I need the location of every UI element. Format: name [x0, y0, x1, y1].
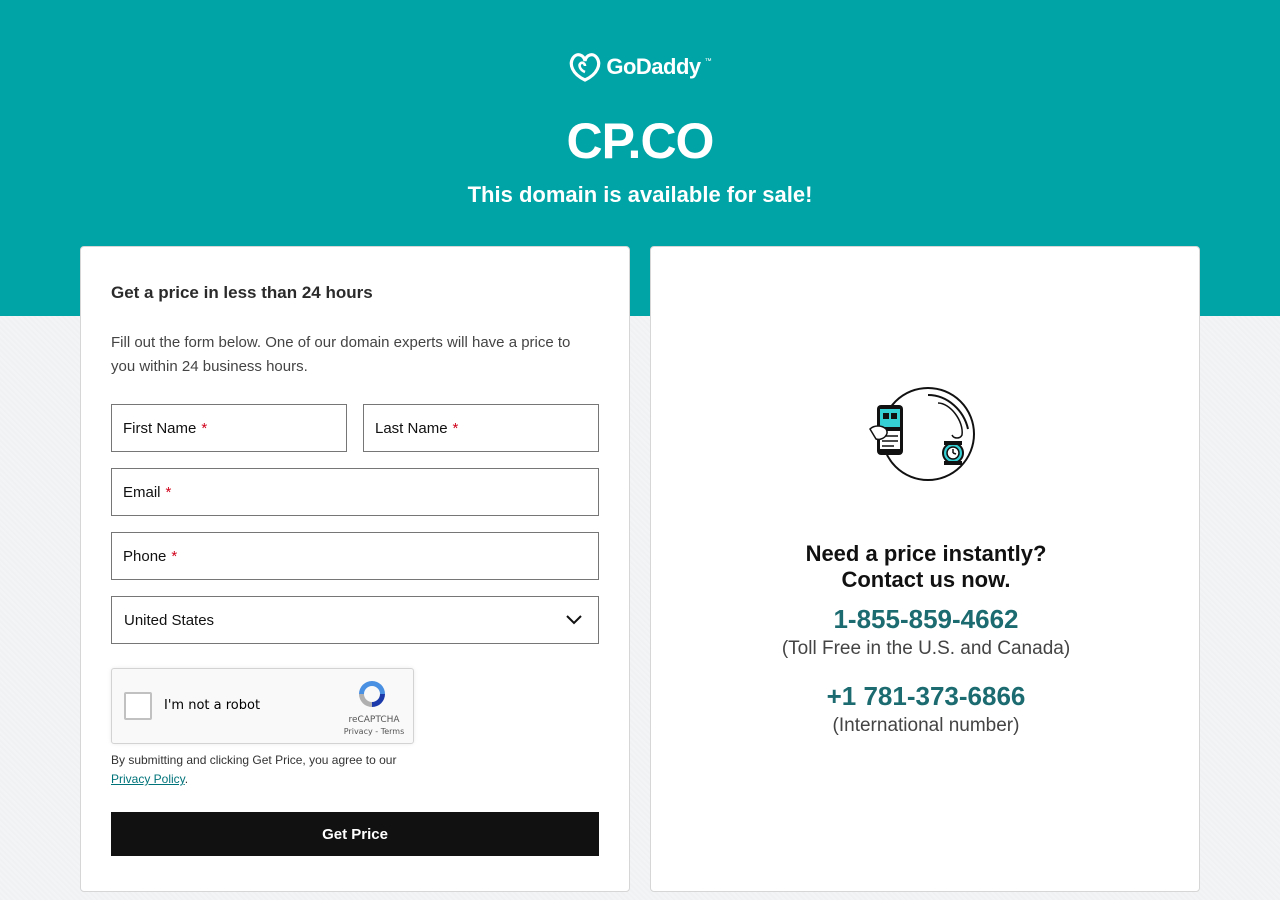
first-name-label: First Name [123, 419, 197, 437]
last-name-field[interactable]: Last Name * [363, 404, 599, 452]
last-name-label: Last Name [375, 419, 448, 437]
international-note: (International number) [832, 715, 1020, 736]
recaptcha-links[interactable]: Privacy - Terms [338, 727, 410, 736]
domain-name: CP.CO [566, 113, 715, 169]
country-value: United States [124, 611, 215, 629]
required-mark: * [165, 483, 172, 501]
consent-copy: By submitting and clicking Get Price, yo… [111, 753, 397, 767]
consent-text: By submitting and clicking Get Price, yo… [111, 751, 451, 789]
toll-free-note: (Toll Free in the U.S. and Canada) [781, 638, 1071, 659]
price-form-card: Get a price in less than 24 hours Fill o… [80, 246, 630, 892]
consent-end: . [184, 772, 189, 786]
form-description: Fill out the form below. One of our doma… [111, 334, 571, 375]
contact-heading-line1: Need a price instantly? [805, 541, 1047, 566]
godaddy-logo-icon [570, 53, 601, 82]
contact-heading: Need a price instantly? Contact us now. [651, 541, 1201, 593]
email-field[interactable]: Email * [111, 468, 599, 516]
required-mark: * [452, 419, 459, 437]
privacy-policy-link[interactable]: Privacy Policy [111, 772, 185, 786]
contact-card: Need a price instantly? Contact us now. … [650, 246, 1200, 892]
international-phone-link[interactable]: +1 781-373-6866 [651, 681, 1201, 712]
recaptcha-brand: reCAPTCHA [348, 715, 400, 725]
recaptcha-checkbox[interactable] [124, 692, 152, 720]
sale-subtitle: This domain is available for sale! [467, 182, 813, 207]
get-price-button[interactable]: Get Price [111, 812, 599, 856]
required-mark: * [171, 547, 178, 565]
toll-free-phone-link[interactable]: 1-855-859-4662 [651, 604, 1201, 635]
country-select[interactable]: United States [111, 596, 599, 644]
email-label: Email [123, 483, 161, 501]
recaptcha-widget: I'm not a robot reCAPTCHA Privacy - Term… [111, 668, 414, 744]
recaptcha-icon [359, 681, 385, 707]
phone-field[interactable]: Phone * [111, 532, 599, 580]
phone-watch-illustration [869, 387, 975, 481]
brand-trademark: ™ [704, 58, 712, 65]
required-mark: * [201, 419, 208, 437]
form-heading: Get a price in less than 24 hours [111, 283, 373, 302]
contact-heading-line2: Contact us now. [841, 567, 1011, 592]
first-name-field[interactable]: First Name * [111, 404, 347, 452]
chevron-down-icon [566, 615, 582, 625]
godaddy-logo[interactable]: GoDaddy ™ [0, 52, 1280, 82]
recaptcha-label: I'm not a robot [164, 698, 261, 713]
phone-label: Phone [123, 547, 167, 565]
brand-name: GoDaddy [606, 54, 701, 79]
